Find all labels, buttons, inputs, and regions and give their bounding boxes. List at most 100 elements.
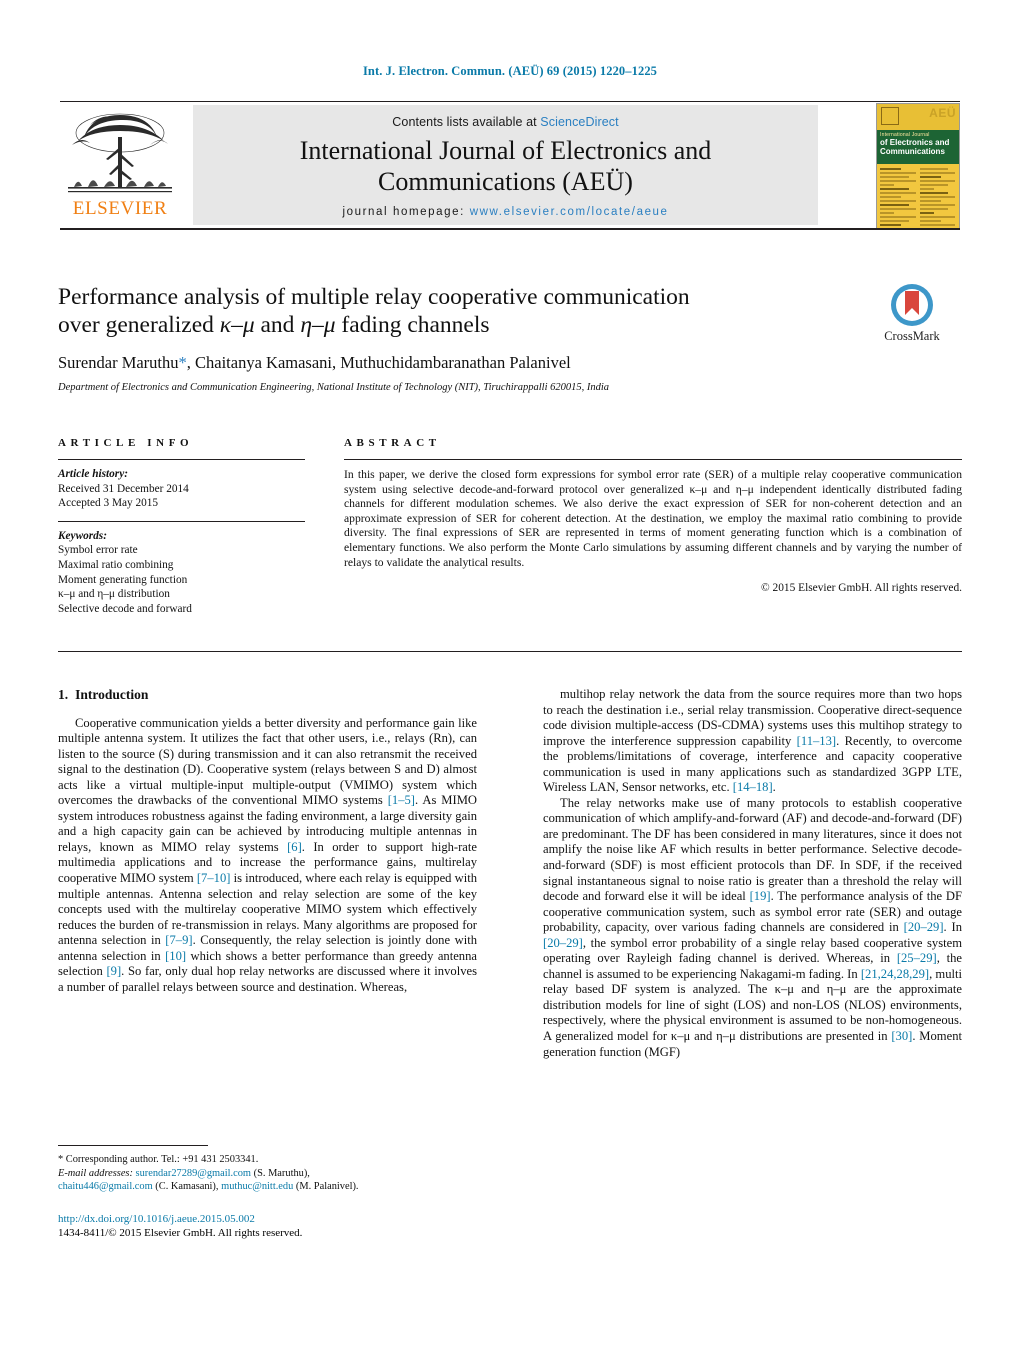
- journal-title-line-2: Communications (AEÜ): [378, 167, 633, 196]
- footnote-rule: [58, 1145, 208, 1146]
- email-link-1[interactable]: surendar27289@gmail.com: [136, 1168, 251, 1179]
- paper-page: Int. J. Electron. Commun. (AEÜ) 69 (2015…: [0, 0, 1020, 1351]
- email-owner-2: (C. Kamasani),: [152, 1181, 219, 1193]
- cover-band-line-2: of Electronics and: [880, 138, 950, 147]
- title-eta-mu: η–μ: [300, 312, 336, 338]
- email-link-3[interactable]: muthuc@nitt.edu: [221, 1181, 293, 1192]
- masthead-top-rule: [60, 101, 960, 102]
- author-names: Surendar Maruthu*, Chaitanya Kamasani, M…: [58, 353, 571, 372]
- keyword-item: Selective decode and forward: [58, 602, 192, 615]
- title-line-1: Performance analysis of multiple relay c…: [58, 284, 690, 310]
- contents-lists-line: Contents lists available at ScienceDirec…: [193, 105, 818, 129]
- citation-link[interactable]: [6]: [287, 840, 302, 854]
- section-number: 1.: [58, 687, 69, 702]
- corresponding-author-note: * Corresponding author. Tel.: +91 431 25…: [58, 1153, 477, 1194]
- cover-band-line-3: Communications: [880, 147, 945, 156]
- cover-texture-column-left: [880, 168, 916, 228]
- title-kappa-mu: κ–μ: [219, 312, 255, 338]
- info-abstract-row: ARTICLE INFO Article history: Received 3…: [58, 437, 962, 616]
- cover-publisher-logo-icon: [881, 107, 899, 125]
- title-line-2-mid: and: [254, 312, 301, 338]
- issn-copyright-line: 1434-8411/© 2015 Elsevier GmbH. All righ…: [58, 1226, 303, 1239]
- journal-masthead: ELSEVIER Contents lists available at Sci…: [60, 101, 960, 230]
- email-owner-3: (M. Palanivel).: [293, 1181, 359, 1193]
- abstract-copyright: © 2015 Elsevier GmbH. All rights reserve…: [761, 582, 962, 595]
- email-addresses-label: E-mail addresses:: [58, 1167, 133, 1179]
- body-column-right: multihop relay network the data from the…: [543, 687, 962, 1060]
- page-title: Performance analysis of multiple relay c…: [58, 283, 838, 339]
- journal-homepage-line: journal homepage: www.elsevier.com/locat…: [193, 206, 818, 218]
- contents-prefix: Contents lists available at: [392, 115, 541, 129]
- doi-block: http://dx.doi.org/10.1016/j.aeue.2015.05…: [58, 1212, 477, 1240]
- article-info-heading: ARTICLE INFO: [58, 437, 194, 449]
- keyword-item: Moment generating function: [58, 573, 188, 586]
- crossmark-logo-svg: [891, 284, 933, 326]
- paragraph: The relay networks make use of many prot…: [543, 795, 962, 1059]
- keyword-item: Symbol error rate: [58, 544, 138, 557]
- cover-contents-texture: [880, 168, 956, 226]
- body-separator-rule: [58, 651, 962, 652]
- citation-link[interactable]: [19]: [750, 889, 771, 903]
- affiliation: Department of Electronics and Communicat…: [58, 382, 610, 393]
- abstract-rule: [344, 459, 962, 460]
- keyword-item: Maximal ratio combining: [58, 558, 174, 571]
- article-info-rule-1: [58, 459, 305, 460]
- section-title: Introduction: [75, 687, 149, 702]
- running-head: Int. J. Electron. Commun. (AEÜ) 69 (2015…: [362, 64, 658, 78]
- citation-link[interactable]: [1–5]: [388, 793, 415, 807]
- journal-title: International Journal of Electronics and…: [193, 135, 818, 197]
- doi-link[interactable]: http://dx.doi.org/10.1016/j.aeue.2015.05…: [58, 1213, 255, 1225]
- title-line-2-suffix: fading channels: [335, 312, 490, 338]
- sciencedirect-link[interactable]: ScienceDirect: [540, 115, 618, 129]
- citation-link[interactable]: [30]: [891, 1029, 912, 1043]
- crossmark-badge-group[interactable]: CrossMark: [856, 283, 968, 344]
- citation-link[interactable]: [10]: [165, 949, 186, 963]
- keywords-block: Keywords: Symbol error rate Maximal rati…: [58, 529, 305, 617]
- received-date: Received 31 December 2014: [58, 482, 189, 495]
- citation-link[interactable]: [7–10]: [197, 871, 231, 885]
- body-columns: 1. Introduction Cooperative communication…: [58, 687, 962, 1060]
- email-owner-1: (S. Maruthu),: [251, 1167, 310, 1179]
- email-link-2[interactable]: chaitu446@gmail.com: [58, 1181, 153, 1192]
- abstract-heading: ABSTRACT: [344, 437, 441, 449]
- cover-band-line-1: International Journal: [880, 132, 930, 138]
- body-column-left: 1. Introduction Cooperative communication…: [58, 687, 477, 995]
- citation-link[interactable]: [9]: [106, 964, 121, 978]
- journal-cover-thumbnail: AEÜ International Journal of Electronics…: [876, 103, 960, 229]
- citation-link[interactable]: [14–18]: [733, 780, 773, 794]
- citation-link[interactable]: [20–29]: [543, 936, 583, 950]
- citation-link[interactable]: [20–29]: [904, 920, 944, 934]
- citation-link[interactable]: [21,24,28,29]: [861, 967, 929, 981]
- citation-link[interactable]: [11–13]: [797, 734, 836, 748]
- article-history-block: Article history: Received 31 December 20…: [58, 467, 305, 511]
- homepage-url-link[interactable]: www.elsevier.com/locate/aeue: [470, 206, 669, 218]
- crossmark-label: CrossMark: [884, 329, 940, 343]
- author-list: Surendar Maruthu*, Chaitanya Kamasani, M…: [58, 353, 838, 373]
- masthead-bottom-rule: [60, 228, 960, 230]
- keyword-item: κ–μ and η–μ distribution: [58, 588, 170, 601]
- footnote-block: * Corresponding author. Tel.: +91 431 25…: [58, 1145, 477, 1240]
- homepage-prefix: journal homepage:: [342, 206, 470, 218]
- paragraph: multihop relay network the data from the…: [543, 687, 962, 795]
- title-block: Performance analysis of multiple relay c…: [58, 283, 838, 393]
- article-info-column: ARTICLE INFO Article history: Received 3…: [58, 437, 305, 616]
- cover-title-band: International Journal of Electronics and…: [877, 130, 959, 164]
- cover-top-strip: AEÜ: [877, 104, 959, 130]
- section-heading-introduction: 1. Introduction: [58, 687, 477, 703]
- citation-link[interactable]: [25–29]: [897, 951, 937, 965]
- article-history-label: Article history:: [58, 468, 128, 480]
- abstract-text: In this paper, we derive the closed form…: [344, 468, 962, 569]
- cover-corner-label: AEÜ: [929, 106, 956, 120]
- journal-title-line-1: International Journal of Electronics and: [299, 136, 712, 165]
- title-line-2-prefix: over generalized: [58, 312, 220, 338]
- abstract-column: ABSTRACT In this paper, we derive the cl…: [344, 437, 962, 594]
- elsevier-tree-icon: [68, 113, 172, 193]
- elsevier-logo: ELSEVIER: [60, 105, 180, 225]
- cover-texture-column-right: [919, 168, 956, 228]
- crossmark-icon[interactable]: [890, 283, 934, 327]
- citation-link[interactable]: [7–9]: [165, 933, 192, 947]
- accepted-date: Accepted 3 May 2015: [58, 497, 159, 510]
- corresponding-author-marker: *: [178, 353, 187, 372]
- keywords-label: Keywords:: [58, 529, 107, 542]
- elsevier-wordmark: ELSEVIER: [72, 198, 168, 219]
